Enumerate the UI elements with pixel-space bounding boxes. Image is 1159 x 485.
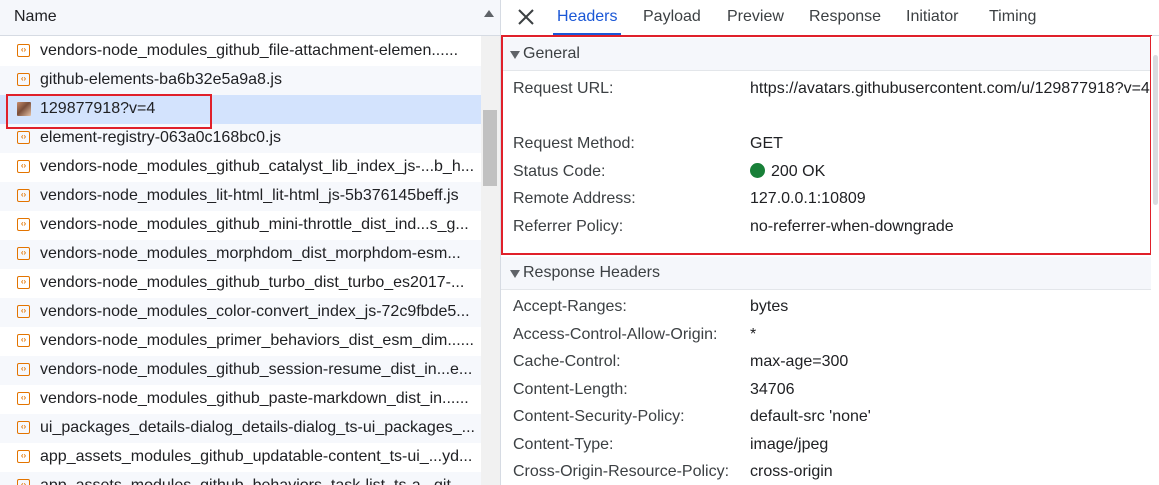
header-key: Accept-Ranges:	[513, 298, 627, 315]
request-row[interactable]: ‹› app_assets_modules_github_behaviors_t…	[0, 472, 481, 485]
request-row[interactable]: ‹› vendors-node_modules_lit-html_lit-htm…	[0, 182, 481, 211]
close-icon[interactable]	[515, 6, 537, 28]
header-key: Content-Type:	[513, 436, 614, 453]
request-name: vendors-node_modules_morphdom_dist_morph…	[40, 245, 461, 262]
script-icon: ‹›	[17, 276, 30, 289]
request-list-scrollbar[interactable]	[481, 36, 500, 485]
request-row[interactable]: ‹› vendors-node_modules_morphdom_dist_mo…	[0, 240, 481, 269]
expand-triangle-icon[interactable]	[510, 270, 520, 278]
script-icon: ‹›	[17, 363, 30, 376]
header-value: bytes	[750, 298, 789, 315]
details-scrollbar-thumb[interactable]	[1153, 55, 1158, 205]
request-name: vendors-node_modules_github_file-attachm…	[40, 42, 459, 59]
script-icon: ‹›	[17, 305, 30, 318]
script-icon: ‹›	[17, 421, 30, 434]
request-row[interactable]: ‹› vendors-node_modules_github_catalyst_…	[0, 153, 481, 182]
header-value: default-src 'none'	[750, 408, 871, 425]
request-name: github-elements-ba6b32e5a9a8.js	[40, 71, 282, 88]
tab-initiator[interactable]: Initiator	[906, 8, 958, 26]
script-icon: ‹›	[17, 218, 30, 231]
tab-headers[interactable]: Headers	[557, 8, 617, 26]
response-headers-section-header[interactable]: Response Headers	[501, 257, 1151, 290]
request-name: vendors-node_modules_primer_behaviors_di…	[40, 332, 474, 349]
request-name: app_assets_modules_github_behaviors_task…	[40, 477, 464, 485]
general-section-annotation-box	[501, 35, 1152, 255]
script-icon: ‹›	[17, 392, 30, 405]
script-icon: ‹›	[17, 479, 30, 485]
request-name: vendors-node_modules_github_catalyst_lib…	[40, 158, 475, 175]
tab-preview[interactable]: Preview	[727, 8, 784, 26]
response-headers-section-title: Response Headers	[523, 264, 660, 281]
header-value: image/jpeg	[750, 436, 829, 453]
script-icon: ‹›	[17, 44, 30, 57]
header-key: Access-Control-Allow-Origin:	[513, 326, 718, 343]
request-row[interactable]: ‹› ui_packages_details-dialog_details-di…	[0, 414, 481, 443]
request-list-scrollbar-thumb[interactable]	[483, 110, 497, 186]
header-key: Content-Security-Policy:	[513, 408, 685, 425]
request-name: vendors-node_modules_lit-html_lit-html_j…	[40, 187, 459, 204]
details-tab-bar: Headers Payload Preview Response Initiat…	[501, 0, 1159, 36]
request-details-pane: Headers Payload Preview Response Initiat…	[501, 0, 1159, 485]
script-icon: ‹›	[17, 73, 30, 86]
request-name: vendors-node_modules_color-convert_index…	[40, 303, 470, 320]
script-icon: ‹›	[17, 450, 30, 463]
header-key: Cache-Control:	[513, 353, 621, 370]
header-key: Cross-Origin-Resource-Policy:	[513, 463, 730, 480]
request-row[interactable]: ‹› vendors-node_modules_github_mini-thro…	[0, 211, 481, 240]
request-row[interactable]: ‹› vendors-node_modules_primer_behaviors…	[0, 327, 481, 356]
request-list-header[interactable]: Name	[0, 0, 500, 36]
selected-row-annotation-box	[6, 94, 212, 129]
request-row[interactable]: ‹› github-elements-ba6b32e5a9a8.js	[0, 66, 481, 95]
sort-ascending-icon[interactable]	[484, 10, 494, 17]
name-column-header[interactable]: Name	[14, 8, 57, 26]
request-row[interactable]: ‹› vendors-node_modules_github_paste-mar…	[0, 385, 481, 414]
script-icon: ‹›	[17, 247, 30, 260]
header-value: 34706	[750, 381, 795, 398]
script-icon: ‹›	[17, 160, 30, 173]
request-row[interactable]: ‹› vendors-node_modules_github_file-atta…	[0, 37, 481, 66]
request-name: element-registry-063a0c168bc0.js	[40, 129, 282, 146]
header-key: Content-Length:	[513, 381, 628, 398]
request-row[interactable]: ‹› vendors-node_modules_github_turbo_dis…	[0, 269, 481, 298]
request-name: vendors-node_modules_github_paste-markdo…	[40, 390, 469, 407]
request-name: app_assets_modules_github_updatable-cont…	[40, 448, 473, 465]
request-row[interactable]: ‹› vendors-node_modules_github_session-r…	[0, 356, 481, 385]
request-row[interactable]: ‹› app_assets_modules_github_updatable-c…	[0, 443, 481, 472]
request-name: vendors-node_modules_github_turbo_dist_t…	[40, 274, 465, 291]
header-value: max-age=300	[750, 353, 849, 370]
tab-response[interactable]: Response	[809, 8, 881, 26]
request-row[interactable]: ‹› vendors-node_modules_color-convert_in…	[0, 298, 481, 327]
script-icon: ‹›	[17, 131, 30, 144]
request-name: vendors-node_modules_github_mini-throttl…	[40, 216, 469, 233]
tab-timing[interactable]: Timing	[989, 8, 1036, 26]
script-icon: ‹›	[17, 189, 30, 202]
tab-payload[interactable]: Payload	[643, 8, 701, 26]
request-name: vendors-node_modules_github_session-resu…	[40, 361, 473, 378]
request-name: ui_packages_details-dialog_details-dialo…	[40, 419, 475, 436]
script-icon: ‹›	[17, 334, 30, 347]
request-list-pane: Name ‹› vendors-node_modules_github_file…	[0, 0, 500, 485]
header-value: *	[750, 326, 757, 343]
header-value: cross-origin	[750, 463, 833, 480]
